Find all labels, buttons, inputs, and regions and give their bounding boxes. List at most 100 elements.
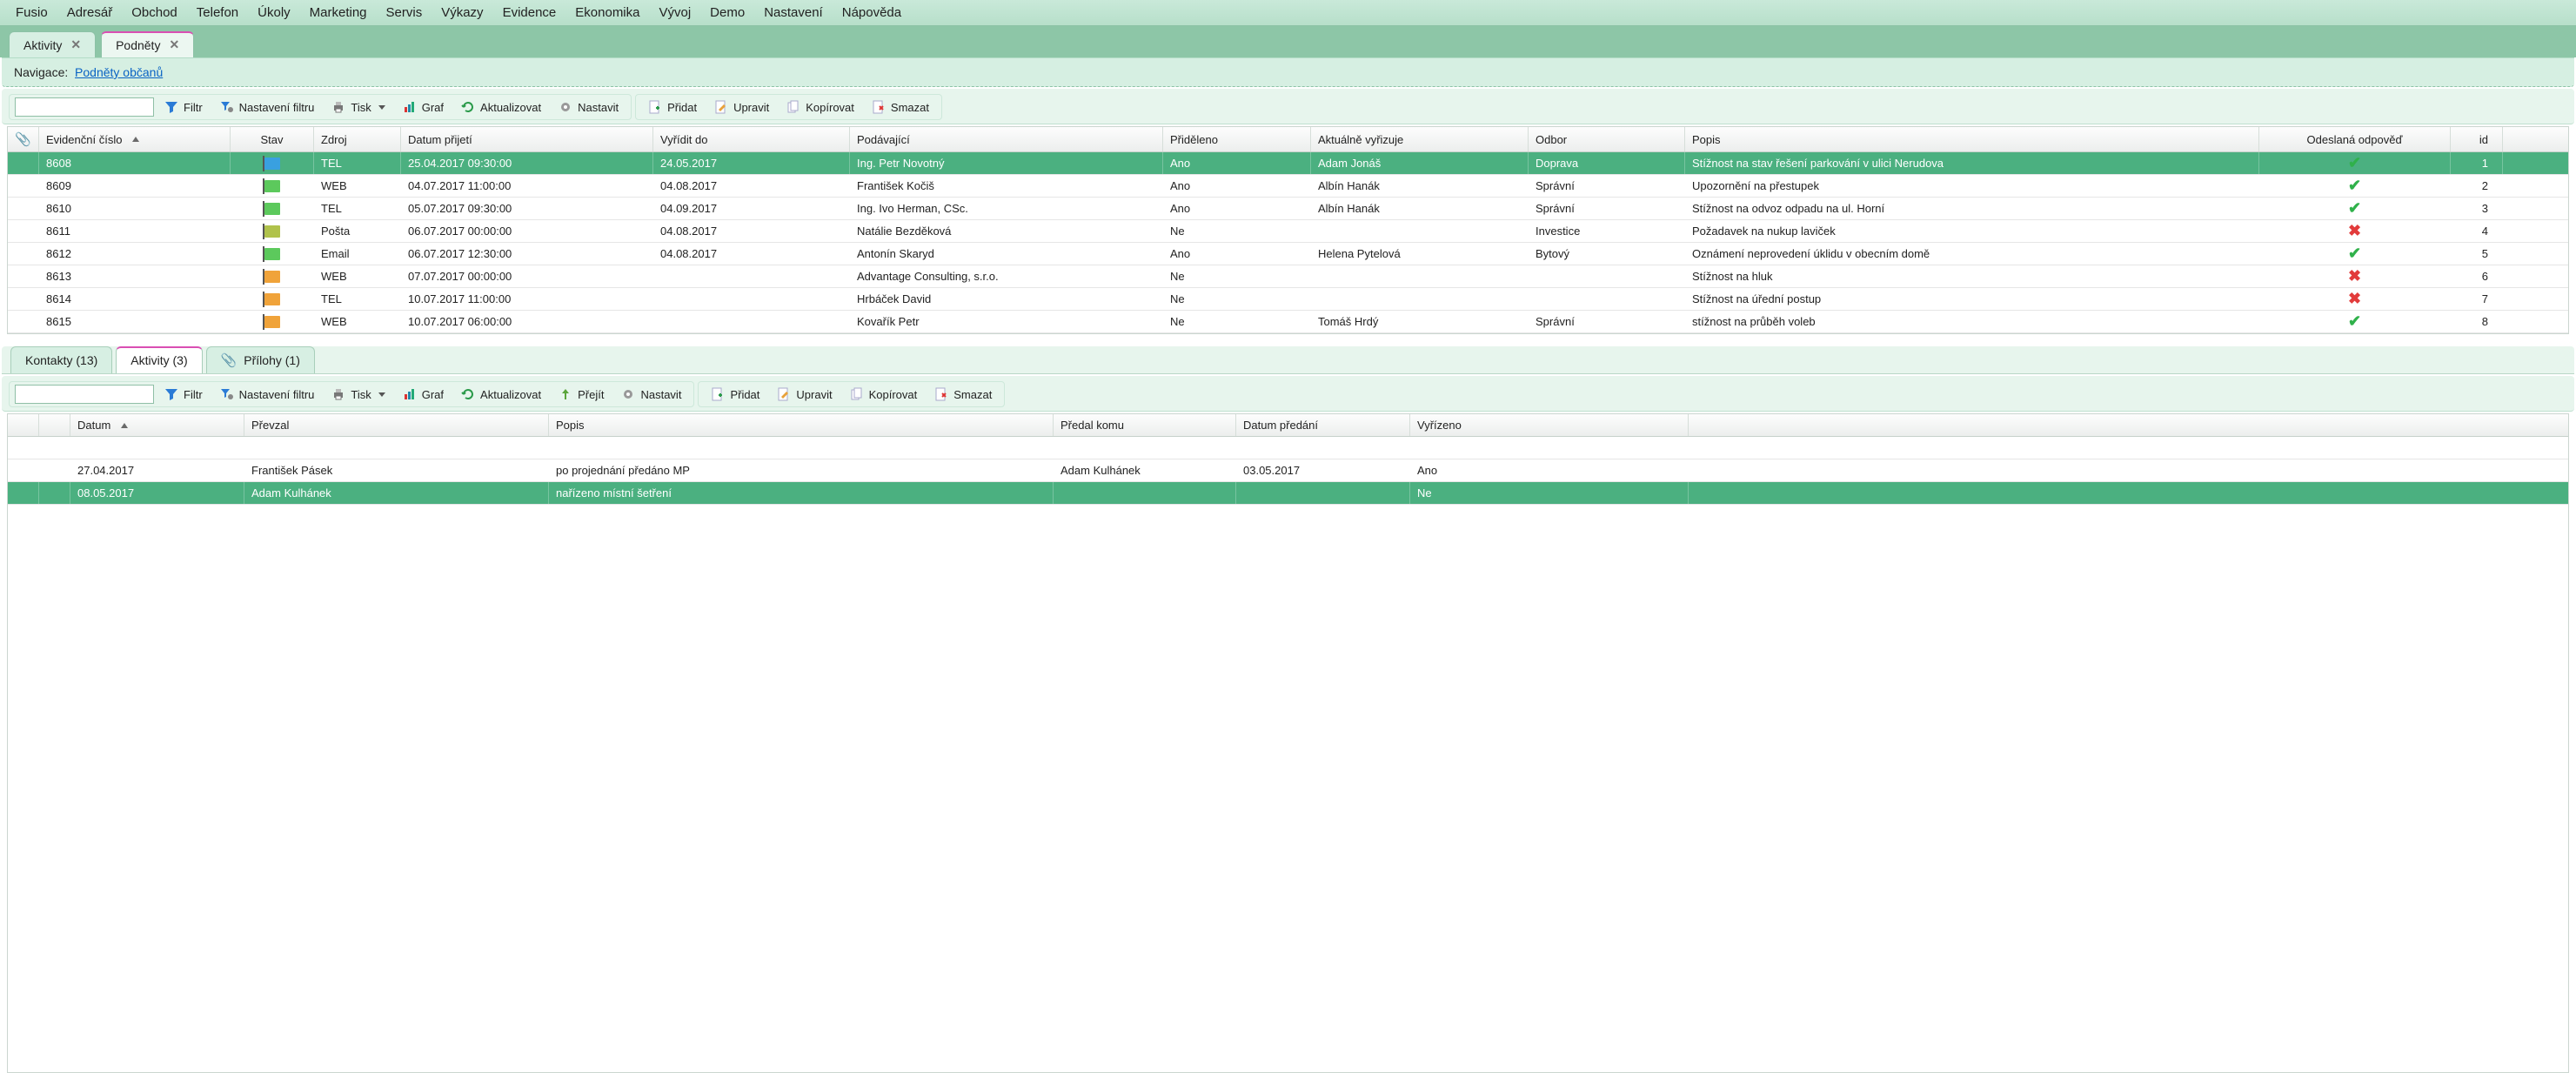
menu-item[interactable]: Vývoj bbox=[659, 5, 691, 20]
search-input[interactable] bbox=[15, 97, 154, 117]
sub-graph-button[interactable]: Graf bbox=[396, 385, 451, 404]
gear-icon bbox=[559, 100, 572, 114]
col-odbor[interactable]: Odbor bbox=[1529, 127, 1685, 151]
col-id[interactable]: id bbox=[2451, 127, 2503, 151]
col-vyridit-do[interactable]: Vyřídit do bbox=[653, 127, 850, 151]
delete-button[interactable]: Smazat bbox=[865, 97, 936, 117]
menu-item[interactable]: Obchod bbox=[131, 5, 177, 20]
detail-tab[interactable]: 📎Přílohy (1) bbox=[206, 346, 315, 373]
chart-icon bbox=[403, 100, 417, 114]
settings-button[interactable]: Nastavit bbox=[552, 97, 626, 117]
close-icon[interactable]: ✕ bbox=[70, 37, 81, 52]
col-prideleno[interactable]: Přiděleno bbox=[1163, 127, 1311, 151]
col-datum-predani[interactable]: Datum předání bbox=[1236, 414, 1410, 436]
sub-add-button[interactable]: Přidat bbox=[704, 385, 766, 404]
table-row[interactable]: 8614TEL10.07.2017 11:00:00Hrbáček DavidN… bbox=[8, 288, 2568, 311]
col-zdroj[interactable]: Zdroj bbox=[314, 127, 401, 151]
sub-search-input[interactable] bbox=[15, 385, 154, 404]
copy-button[interactable]: Kopírovat bbox=[779, 97, 861, 117]
col-popis[interactable]: Popis bbox=[1685, 127, 2259, 151]
table-row[interactable]: 8610TEL05.07.2017 09:30:0004.09.2017Ing.… bbox=[8, 198, 2568, 220]
breadcrumb-link[interactable]: Podněty občanů bbox=[75, 65, 163, 79]
sub-edit-button[interactable]: Upravit bbox=[770, 385, 839, 404]
cross-icon: ✖ bbox=[2348, 290, 2361, 308]
sub-delete-button[interactable]: Smazat bbox=[927, 385, 999, 404]
module-tab[interactable]: Podněty✕ bbox=[101, 31, 194, 57]
detail-tab[interactable]: Aktivity (3) bbox=[116, 346, 202, 373]
sub-grid-header: Datum Převzal Popis Předal komu Datum př… bbox=[8, 414, 2568, 437]
col-datum[interactable]: Datum bbox=[70, 414, 244, 436]
menu-item[interactable]: Adresář bbox=[67, 5, 113, 20]
table-row[interactable]: 08.05.2017Adam Kulháneknařízeno místní š… bbox=[8, 482, 2568, 505]
sub-settings-button[interactable]: Nastavit bbox=[614, 385, 688, 404]
toolbar-main: Filtr Nastavení filtru Tisk Graf Aktuali… bbox=[2, 89, 2574, 124]
main-grid: 📎 Evidenční číslo Stav Zdroj Datum přije… bbox=[7, 126, 2569, 334]
menu-item[interactable]: Úkoly bbox=[258, 5, 291, 20]
menu-item[interactable]: Servis bbox=[386, 5, 423, 20]
col-aktualne-vyrizuje[interactable]: Aktuálně vyřizuje bbox=[1311, 127, 1529, 151]
table-row[interactable]: 8609WEB04.07.2017 11:00:0004.08.2017Fran… bbox=[8, 175, 2568, 198]
check-icon: ✔ bbox=[2348, 154, 2361, 172]
col-odeslana-odpoved[interactable]: Odeslaná odpověď bbox=[2259, 127, 2451, 151]
sub-go-button[interactable]: Přejít bbox=[552, 385, 611, 404]
refresh-button[interactable]: Aktualizovat bbox=[454, 97, 548, 117]
table-row[interactable]: 27.04.2017František Pásekpo projednání p… bbox=[8, 459, 2568, 482]
refresh-icon bbox=[461, 387, 475, 401]
flag-icon bbox=[264, 158, 280, 170]
col-expand[interactable] bbox=[8, 414, 39, 436]
gear-icon bbox=[621, 387, 635, 401]
col-podavajici[interactable]: Podávající bbox=[850, 127, 1163, 151]
menu-item[interactable]: Fusio bbox=[16, 5, 48, 20]
breadcrumb: Navigace: Podněty občanů bbox=[2, 57, 2574, 87]
check-icon: ✔ bbox=[2348, 245, 2361, 263]
menu-item[interactable]: Nápověda bbox=[842, 5, 901, 20]
breadcrumb-label: Navigace: bbox=[14, 65, 68, 79]
sub-refresh-button[interactable]: Aktualizovat bbox=[454, 385, 548, 404]
tab-label: Kontakty (13) bbox=[25, 353, 97, 367]
col-popis-sub[interactable]: Popis bbox=[549, 414, 1054, 436]
sub-filter-button[interactable]: Filtr bbox=[157, 385, 210, 404]
menu-item[interactable]: Nastavení bbox=[764, 5, 823, 20]
arrow-up-icon bbox=[559, 387, 572, 401]
menu-item[interactable]: Evidence bbox=[503, 5, 557, 20]
sub-print-button[interactable]: Tisk bbox=[325, 385, 391, 404]
table-row[interactable]: 8615WEB10.07.2017 06:00:00Kovařík PetrNe… bbox=[8, 311, 2568, 333]
add-icon bbox=[711, 387, 725, 401]
graph-button[interactable]: Graf bbox=[396, 97, 451, 117]
module-tab[interactable]: Aktivity✕ bbox=[9, 31, 96, 57]
table-row[interactable]: 8611Pošta06.07.2017 00:00:0004.08.2017Na… bbox=[8, 220, 2568, 243]
detail-tab[interactable]: Kontakty (13) bbox=[10, 346, 112, 373]
menu-item[interactable]: Demo bbox=[710, 5, 745, 20]
col-predal-komu[interactable]: Předal komu bbox=[1054, 414, 1236, 436]
add-icon bbox=[648, 100, 662, 114]
table-row[interactable]: 8613WEB07.07.2017 00:00:00Advantage Cons… bbox=[8, 265, 2568, 288]
edit-icon bbox=[714, 100, 728, 114]
filter-button[interactable]: Filtr bbox=[157, 97, 210, 117]
menu-item[interactable]: Marketing bbox=[310, 5, 367, 20]
cross-icon: ✖ bbox=[2348, 222, 2361, 240]
tab-label: Aktivity (3) bbox=[130, 353, 187, 367]
add-button[interactable]: Přidat bbox=[641, 97, 704, 117]
table-row[interactable]: 8608TEL25.04.2017 09:30:0024.05.2017Ing.… bbox=[8, 152, 2568, 175]
col-vyrizeno[interactable]: Vyřízeno bbox=[1410, 414, 1689, 436]
sub-filter-settings-button[interactable]: Nastavení filtru bbox=[213, 385, 322, 404]
menu-item[interactable]: Ekonomika bbox=[575, 5, 639, 20]
print-button[interactable]: Tisk bbox=[325, 97, 391, 117]
table-row[interactable]: 8612Email06.07.2017 12:30:0004.08.2017An… bbox=[8, 243, 2568, 265]
delete-icon bbox=[872, 100, 886, 114]
close-icon[interactable]: ✕ bbox=[169, 37, 179, 52]
col-evidencni-cislo[interactable]: Evidenční číslo bbox=[39, 127, 231, 151]
col-stav[interactable]: Stav bbox=[231, 127, 314, 151]
funnel-icon bbox=[164, 387, 178, 401]
menu-item[interactable]: Výkazy bbox=[441, 5, 483, 20]
col-datum-prijeti[interactable]: Datum přijetí bbox=[401, 127, 653, 151]
sub-copy-button[interactable]: Kopírovat bbox=[843, 385, 925, 404]
edit-button[interactable]: Upravit bbox=[707, 97, 776, 117]
col-prevzal[interactable]: Převzal bbox=[244, 414, 549, 436]
col-attachment[interactable]: 📎 bbox=[8, 127, 39, 151]
printer-icon bbox=[331, 387, 345, 401]
menu-item[interactable]: Telefon bbox=[197, 5, 238, 20]
filter-settings-button[interactable]: Nastavení filtru bbox=[213, 97, 322, 117]
main-menu: Fusio Adresář Obchod Telefon Úkoly Marketing S… bbox=[0, 0, 2576, 26]
funnel-gear-icon bbox=[220, 100, 234, 114]
